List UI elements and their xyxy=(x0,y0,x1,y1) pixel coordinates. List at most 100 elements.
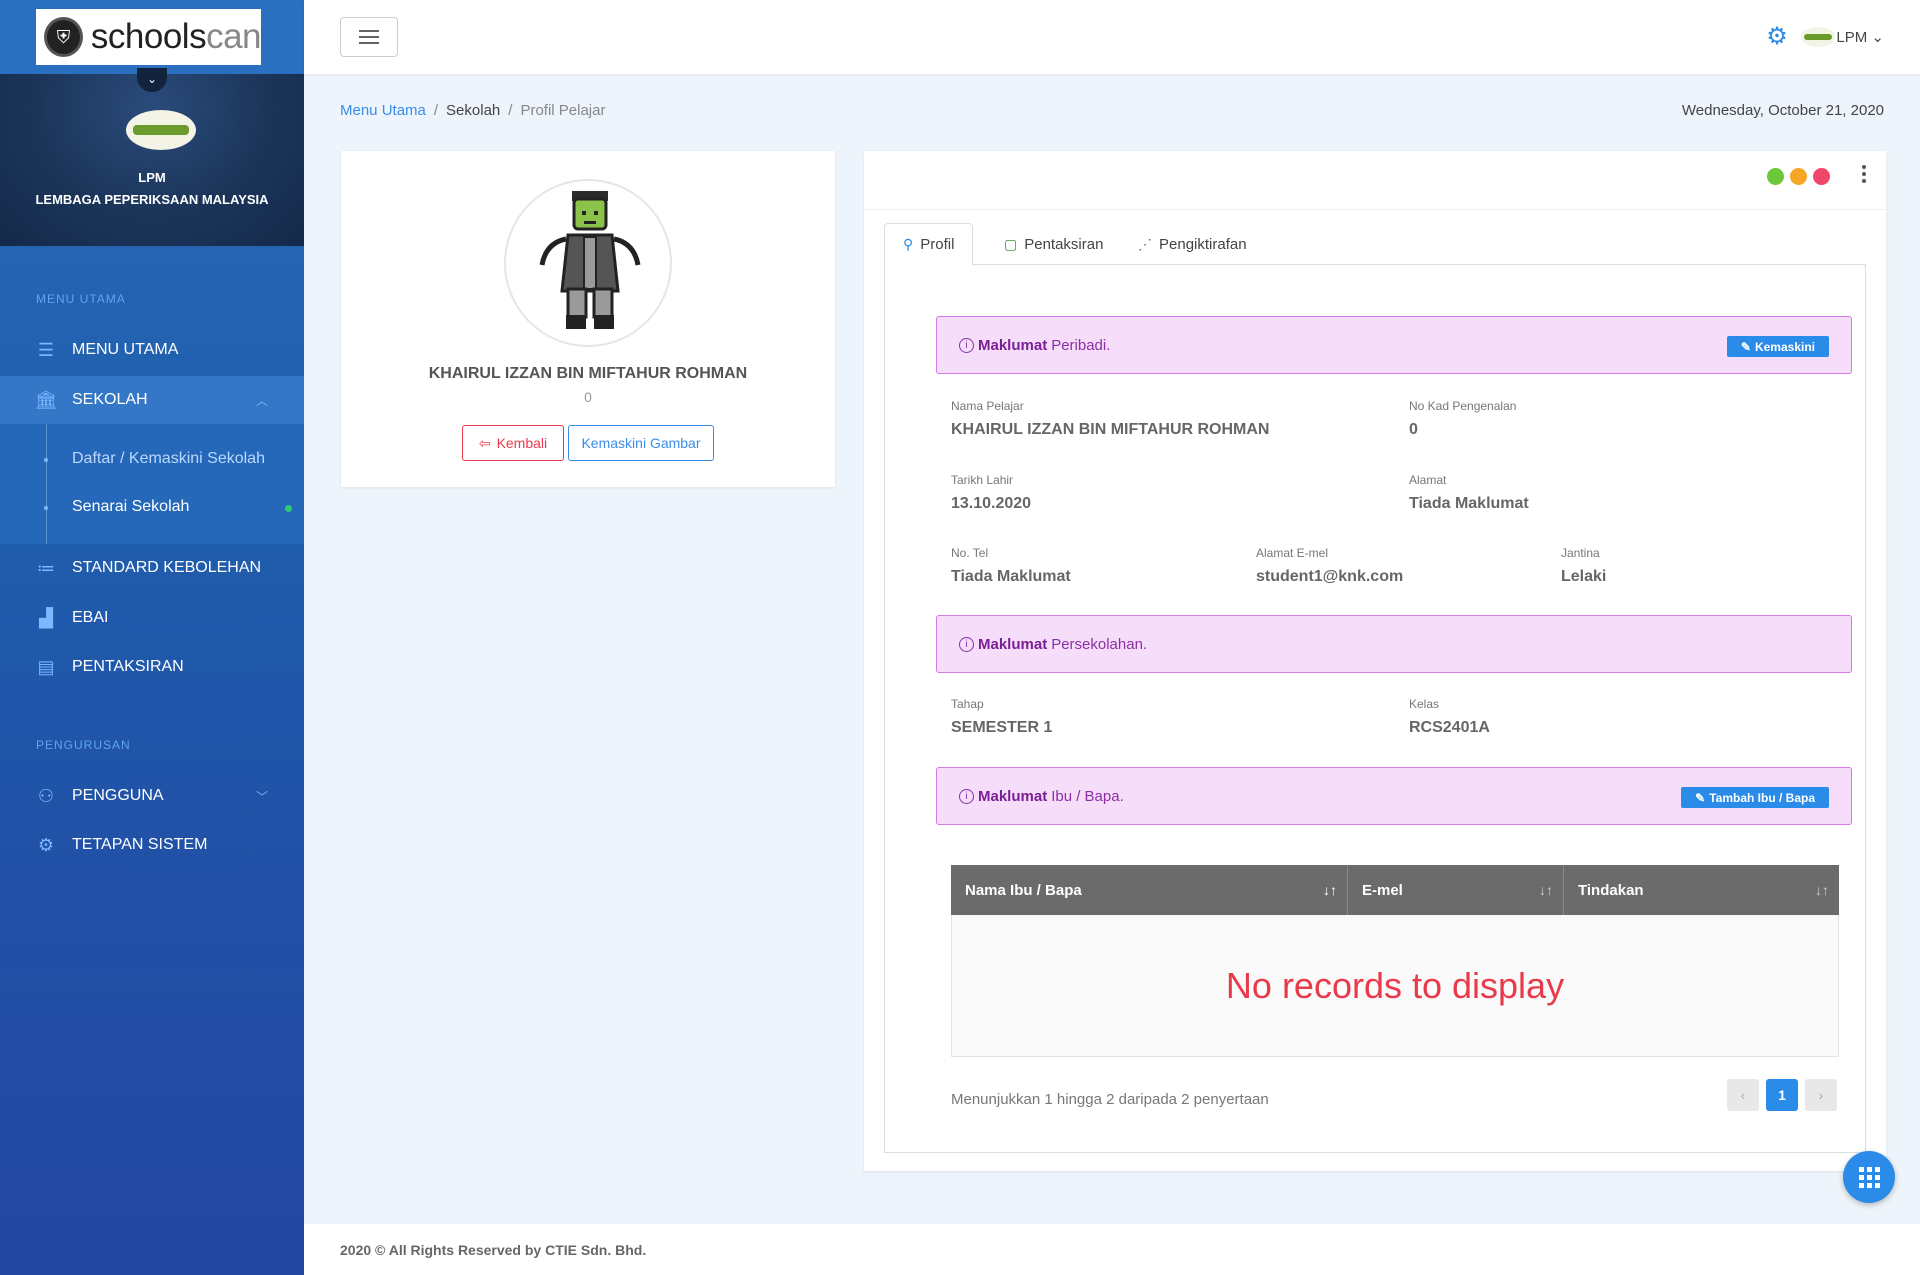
info-icon: i xyxy=(959,636,974,652)
field-value-class: RCS2401A xyxy=(1409,719,1490,736)
banner-text: Persekolahan. xyxy=(1051,635,1148,653)
banner-text: Ibu / Bapa. xyxy=(1051,787,1124,805)
tab-label: Pengiktirafan xyxy=(1159,235,1247,253)
column-header-email[interactable]: E-mel ↓↑ xyxy=(1348,865,1564,915)
add-parent-button[interactable]: ✎ Tambah Ibu / Bapa xyxy=(1681,787,1829,808)
field-label-gender: Jantina xyxy=(1561,546,1600,560)
update-photo-button[interactable]: Kemaskini Gambar xyxy=(568,425,714,461)
sidebar-item-sekolah[interactable]: 🏛 SEKOLAH ︿ xyxy=(0,376,304,424)
active-indicator-dot xyxy=(285,505,292,512)
info-icon: i xyxy=(959,788,974,804)
tab-label: Pentaksiran xyxy=(1024,235,1104,253)
footer-copyright: 2020 © All Rights Reserved by CTIE Sdn. … xyxy=(340,1241,647,1258)
empty-table-message: No records to display xyxy=(1225,964,1565,1006)
student-detail-card: ⚲ Profil ▢ Pentaksiran ⋰ Pengiktirafan i… xyxy=(864,151,1886,1171)
breadcrumb-parent[interactable]: Sekolah xyxy=(446,102,500,119)
personal-info-banner: i Maklumat Peribadi. ✎ Kemaskini xyxy=(936,316,1852,374)
user-name: LPM xyxy=(1836,29,1868,46)
card-divider xyxy=(864,209,1886,210)
chevron-down-icon: ⌄ xyxy=(1871,29,1884,46)
clipboard-icon: ▤ xyxy=(37,656,55,677)
field-label-tel: No. Tel xyxy=(951,546,989,560)
column-header-action[interactable]: Tindakan ↓↑ xyxy=(1564,865,1839,915)
app-logo[interactable]: ⛨ schoolscan xyxy=(36,9,261,65)
window-dots xyxy=(1767,168,1830,185)
breadcrumb: Menu Utama / Sekolah / Profil Pelajar xyxy=(340,102,605,119)
field-label-ic: No Kad Pengenalan xyxy=(1409,399,1517,413)
back-button-label: Kembali xyxy=(496,435,548,451)
orange-dot-icon[interactable] xyxy=(1790,168,1807,185)
sidebar-item-label: TETAPAN SISTEM xyxy=(72,836,208,853)
field-label-address: Alamat xyxy=(1409,473,1447,487)
school-icon: 🏛 xyxy=(34,389,58,410)
user-avatar[interactable] xyxy=(1801,27,1835,47)
student-summary-card: KHAIRUL IZZAN BIN MIFTAHUR ROHMAN 0 ⇦ Ke… xyxy=(341,151,835,487)
sort-icon[interactable]: ↓↑ xyxy=(1323,882,1337,898)
org-short-name: LPM xyxy=(138,170,166,185)
column-header-label: Nama Ibu / Bapa xyxy=(965,881,1082,899)
green-dot-icon[interactable] xyxy=(1767,168,1784,185)
submenu-line xyxy=(46,424,47,544)
sidebar-item-label: EBAI xyxy=(72,609,109,626)
sidebar-item-pentaksiran[interactable]: ▤ PENTAKSIRAN xyxy=(0,643,304,691)
sort-icon[interactable]: ↓↑ xyxy=(1539,882,1553,898)
column-header-name[interactable]: Nama Ibu / Bapa ↓↑ xyxy=(951,865,1348,915)
gear-icon[interactable]: ⚙ xyxy=(1764,24,1790,50)
user-menu[interactable]: LPM ⌄ xyxy=(1836,28,1884,46)
users-icon: ⚇ xyxy=(37,785,55,806)
sidebar-item-menu-utama[interactable]: ☰ MENU UTAMA xyxy=(0,326,304,374)
org-full-name: LEMBAGA PEPERIKSAAN MALAYSIA xyxy=(35,192,269,207)
info-icon: i xyxy=(959,337,974,353)
breadcrumb-current: Profil Pelajar xyxy=(520,102,606,119)
parents-table-body: No records to display xyxy=(951,915,1839,1057)
user-icon: ⚲ xyxy=(903,236,914,252)
field-value-level: SEMESTER 1 xyxy=(951,719,1053,736)
banner-bold-text: Maklumat xyxy=(978,787,1048,805)
logo-text-light: can xyxy=(206,17,261,56)
field-value-tel: Tiada Maklumat xyxy=(951,568,1071,585)
edit-icon: ✎ xyxy=(1740,339,1751,354)
org-logo xyxy=(126,110,196,150)
logo-text: schoolscan xyxy=(90,17,262,57)
sidebar-item-label: STANDARD KEBOLEHAN xyxy=(72,559,262,576)
sidebar-submenu-sekolah: Daftar / Kemaskini Sekolah Senarai Sekol… xyxy=(0,424,304,544)
breadcrumb-home[interactable]: Menu Utama xyxy=(340,102,426,119)
sort-icon[interactable]: ↓↑ xyxy=(1815,882,1829,898)
sidebar-item-ebai[interactable]: ▟ EBAI xyxy=(0,594,304,642)
pagination-prev-button[interactable]: ‹ xyxy=(1727,1079,1759,1111)
logo-icon: ⛨ xyxy=(44,17,83,57)
red-dot-icon[interactable] xyxy=(1813,168,1830,185)
list-icon: ☰ xyxy=(37,339,55,360)
field-value-email: student1@knk.com xyxy=(1256,568,1404,585)
logo-bar: ⛨ schoolscan xyxy=(0,0,304,74)
breadcrumb-separator: / xyxy=(508,102,513,119)
menu-section-main: MENU UTAMA xyxy=(36,292,126,306)
banner-bold-text: Maklumat xyxy=(978,336,1048,354)
share-nodes-icon: ⋰ xyxy=(1138,235,1152,252)
pagination-page-button[interactable]: 1 xyxy=(1766,1079,1798,1111)
sidebar-subitem-senarai-sekolah[interactable]: Senarai Sekolah xyxy=(72,498,189,516)
parents-table-header: Nama Ibu / Bapa ↓↑ E-mel ↓↑ Tindakan ↓↑ xyxy=(951,865,1839,915)
edit-personal-button[interactable]: ✎ Kemaskini xyxy=(1726,336,1829,357)
field-value-dob: 13.10.2020 xyxy=(951,495,1032,512)
sidebar-item-pengguna[interactable]: ⚇ PENGGUNA ﹀ xyxy=(0,772,304,820)
sidebar-subitem-daftar-sekolah[interactable]: Daftar / Kemaskini Sekolah xyxy=(72,450,265,468)
logo-text-dark: schools xyxy=(90,17,207,56)
apps-grid-button[interactable] xyxy=(1843,1151,1895,1203)
hamburger-menu-button[interactable] xyxy=(340,17,398,57)
more-options-icon[interactable] xyxy=(1862,165,1866,186)
pagination-next-button[interactable]: › xyxy=(1805,1079,1837,1111)
tab-profil[interactable]: ⚲ Profil xyxy=(884,223,974,266)
sidebar-item-standard-kebolehan[interactable]: ≔ STANDARD KEBOLEHAN xyxy=(0,544,304,592)
back-button[interactable]: ⇦ Kembali xyxy=(462,425,564,461)
footer: 2020 © All Rights Reserved by CTIE Sdn. … xyxy=(304,1224,1920,1275)
edit-button-label: Kemaskini xyxy=(1754,339,1815,354)
pagination-summary: Menunjukkan 1 hingga 2 daripada 2 penyer… xyxy=(951,1091,1269,1108)
tab-pentaksiran[interactable]: ▢ Pentaksiran xyxy=(986,223,1121,265)
chevron-down-icon[interactable]: ⌄ xyxy=(137,68,167,92)
student-name: KHAIRUL IZZAN BIN MIFTAHUR ROHMAN xyxy=(428,365,748,382)
field-value-ic: 0 xyxy=(1409,421,1418,438)
student-avatar xyxy=(504,179,672,347)
tab-pengiktirafan[interactable]: ⋰ Pengiktirafan xyxy=(1120,223,1265,265)
sidebar-item-tetapan-sistem[interactable]: ⚙ TETAPAN SISTEM xyxy=(0,821,304,869)
